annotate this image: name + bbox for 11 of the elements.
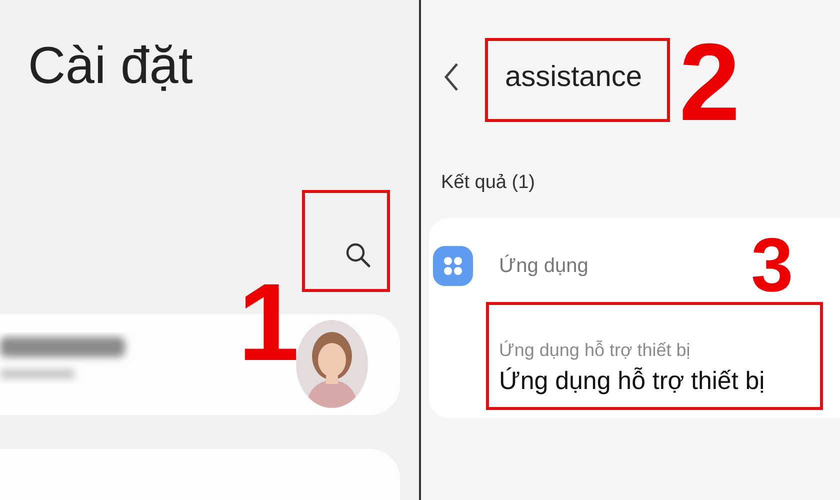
category-label: Ứng dụng bbox=[499, 254, 588, 278]
step-number: 1 bbox=[238, 268, 300, 378]
settings-title: Cài đặt bbox=[28, 36, 193, 96]
results-heading: Kết quả (1) bbox=[441, 172, 535, 194]
search-result[interactable]: Ứng dụng hỗ trợ thiết bị Ứng dụng hỗ trợ thiết bị bbox=[499, 340, 765, 396]
step-number: 3 bbox=[751, 228, 794, 304]
search-icon[interactable] bbox=[345, 242, 371, 268]
apps-icon bbox=[433, 246, 473, 286]
back-icon[interactable] bbox=[443, 62, 459, 92]
step-number: 2 bbox=[679, 28, 740, 138]
search-field[interactable]: assistance bbox=[505, 60, 642, 94]
